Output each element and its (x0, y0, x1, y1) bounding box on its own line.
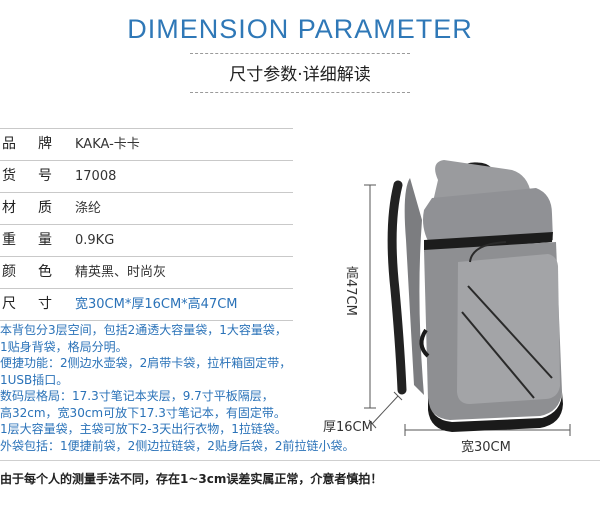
height-label: 高47CM (343, 266, 358, 316)
width-label: 宽30CM (461, 440, 511, 455)
depth-dimension-line (368, 391, 403, 429)
height-dimension-line (364, 184, 376, 409)
backpack-image (387, 160, 563, 432)
backpack-illustration (364, 160, 571, 436)
depth-label: 厚16CM (323, 420, 373, 435)
